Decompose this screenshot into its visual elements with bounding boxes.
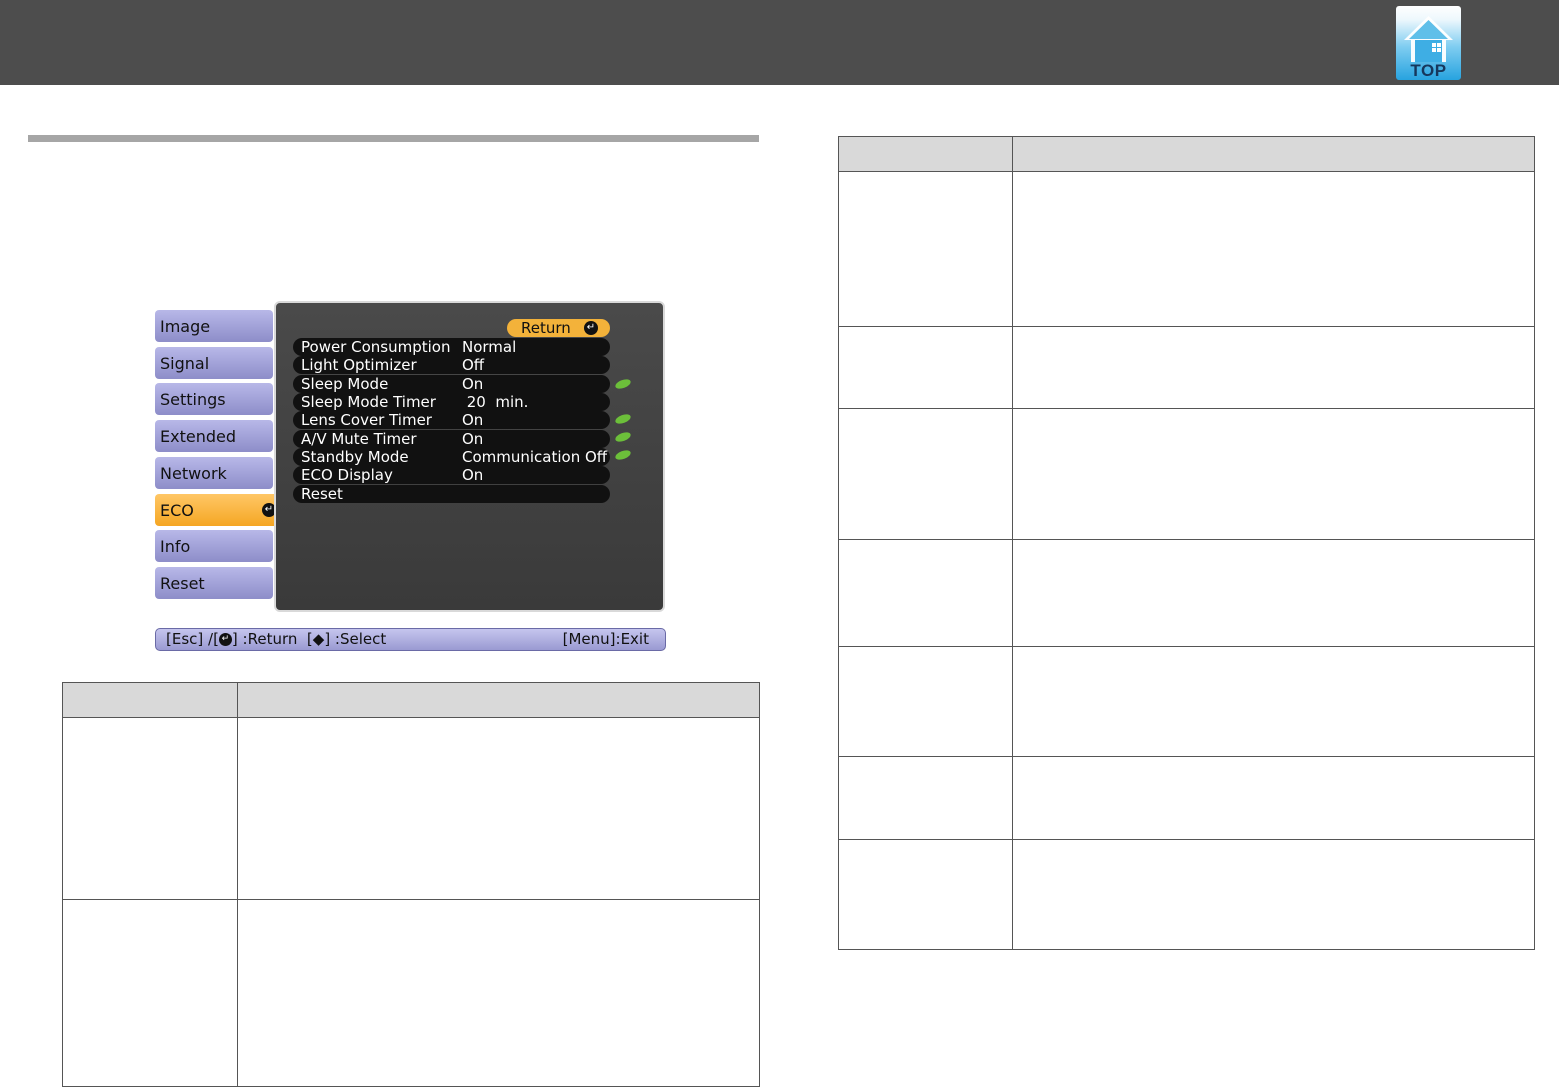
top-logo-label: TOP [1410, 61, 1447, 80]
table-cell [838, 171, 1013, 327]
menu-item-label: Lens Cover Timer [301, 411, 432, 429]
table-cell [1012, 539, 1535, 647]
menu-item-power-consumption[interactable]: Power Consumption Normal [293, 338, 610, 356]
osd-key-guide-bar: [Esc] /[↵] :Return [◆] :Select [Menu]:Ex… [155, 628, 666, 651]
tab-eco-label: ECO [160, 501, 194, 520]
table-cell [237, 899, 760, 1087]
table-header-cell [1012, 136, 1535, 172]
table-cell [1012, 408, 1535, 540]
enter-icon: ↵ [218, 633, 232, 646]
tab-network[interactable]: Network [155, 457, 273, 489]
menu-item-label: ECO Display [301, 466, 393, 484]
menu-item-eco-display[interactable]: ECO Display On [293, 466, 610, 484]
esc-hint: [Esc] /[ [166, 630, 219, 648]
menu-item-light-optimizer[interactable]: Light Optimizer Off [293, 356, 610, 374]
table-row [838, 839, 1535, 950]
table-cell [838, 539, 1013, 647]
table-header-cell [838, 136, 1013, 172]
top-header-bar: TOP [0, 0, 1559, 85]
table-row [838, 326, 1535, 409]
eco-leaf-icon [615, 414, 631, 424]
key-guide-left: [Esc] /[↵] :Return [◆] :Select [166, 629, 386, 650]
section-divider [28, 135, 759, 142]
eco-leaf-icon [615, 450, 631, 460]
menu-item-label: Reset [301, 485, 343, 503]
menu-item-value: Off [462, 356, 485, 374]
menu-item-sleep-mode[interactable]: Sleep Mode On [293, 375, 610, 393]
return-hint: ] :Return [ [231, 630, 313, 648]
table-cell [62, 717, 238, 900]
table-cell [1012, 171, 1535, 327]
table-cell [838, 408, 1013, 540]
return-button[interactable]: Return ↵ [507, 319, 610, 337]
menu-item-label: Standby Mode [301, 448, 409, 466]
table-row [838, 646, 1535, 757]
table-cell [838, 326, 1013, 409]
return-label: Return [521, 319, 571, 337]
tab-signal[interactable]: Signal [155, 347, 273, 379]
table-header-row [62, 682, 760, 718]
eco-menu-panel: Return ↵ Power Consumption Normal Light … [274, 301, 665, 612]
menu-item-av-mute-timer[interactable]: A/V Mute Timer On [293, 430, 610, 448]
table-header-cell [62, 682, 238, 718]
enter-icon: ↵ [584, 321, 598, 335]
table-row [62, 899, 760, 1087]
table-header-row [838, 136, 1535, 172]
eco-leaf-icon [615, 379, 631, 389]
table-row [838, 539, 1535, 647]
select-hint: ] :Select [324, 630, 387, 648]
menu-item-value: On [462, 411, 484, 429]
home-icon [1404, 16, 1453, 62]
menu-item-label: Sleep Mode [301, 375, 389, 393]
menu-item-label: Power Consumption [301, 338, 451, 356]
tab-image[interactable]: Image [155, 310, 273, 342]
table-row [838, 171, 1535, 327]
tab-settings[interactable]: Settings [155, 383, 273, 415]
table-row [838, 756, 1535, 840]
menu-item-label: A/V Mute Timer [301, 430, 417, 448]
menu-item-value: On [462, 375, 484, 393]
menu-item-label: Light Optimizer [301, 356, 417, 374]
menu-item-value: On [462, 430, 484, 448]
menu-item-standby-mode[interactable]: Standby Mode Communication Off [293, 448, 610, 466]
table-row [838, 408, 1535, 540]
exit-hint: [Menu]:Exit [562, 630, 649, 648]
table-cell [1012, 646, 1535, 757]
menu-item-value: On [462, 466, 484, 484]
top-logo-button[interactable]: TOP [1396, 6, 1461, 80]
table-header-cell [237, 682, 760, 718]
tab-info[interactable]: Info [155, 530, 273, 562]
menu-item-label: Sleep Mode Timer [301, 393, 436, 411]
menu-item-lens-cover-timer[interactable]: Lens Cover Timer On [293, 411, 610, 429]
table-cell [237, 717, 760, 900]
settings-table-left [62, 682, 760, 1087]
eco-leaf-icon [615, 432, 631, 442]
menu-item-reset[interactable]: Reset [293, 485, 610, 503]
menu-item-sleep-mode-timer[interactable]: Sleep Mode Timer 20 min. [293, 393, 610, 411]
menu-item-value: Communication Off [462, 448, 608, 466]
table-cell [1012, 756, 1535, 840]
tab-eco[interactable]: ECO ↵ [155, 494, 282, 526]
menu-item-value: 20 min. [462, 393, 529, 411]
table-cell [1012, 326, 1535, 409]
table-cell [838, 839, 1013, 950]
table-cell [1012, 839, 1535, 950]
tab-extended[interactable]: Extended [155, 420, 273, 452]
settings-table-right [838, 136, 1535, 950]
table-cell [838, 756, 1013, 840]
table-cell [838, 646, 1013, 757]
table-cell [62, 899, 238, 1087]
menu-item-value: Normal [462, 338, 517, 356]
tab-reset[interactable]: Reset [155, 567, 273, 599]
table-row [62, 717, 760, 900]
updown-icon: ◆ [312, 630, 325, 648]
